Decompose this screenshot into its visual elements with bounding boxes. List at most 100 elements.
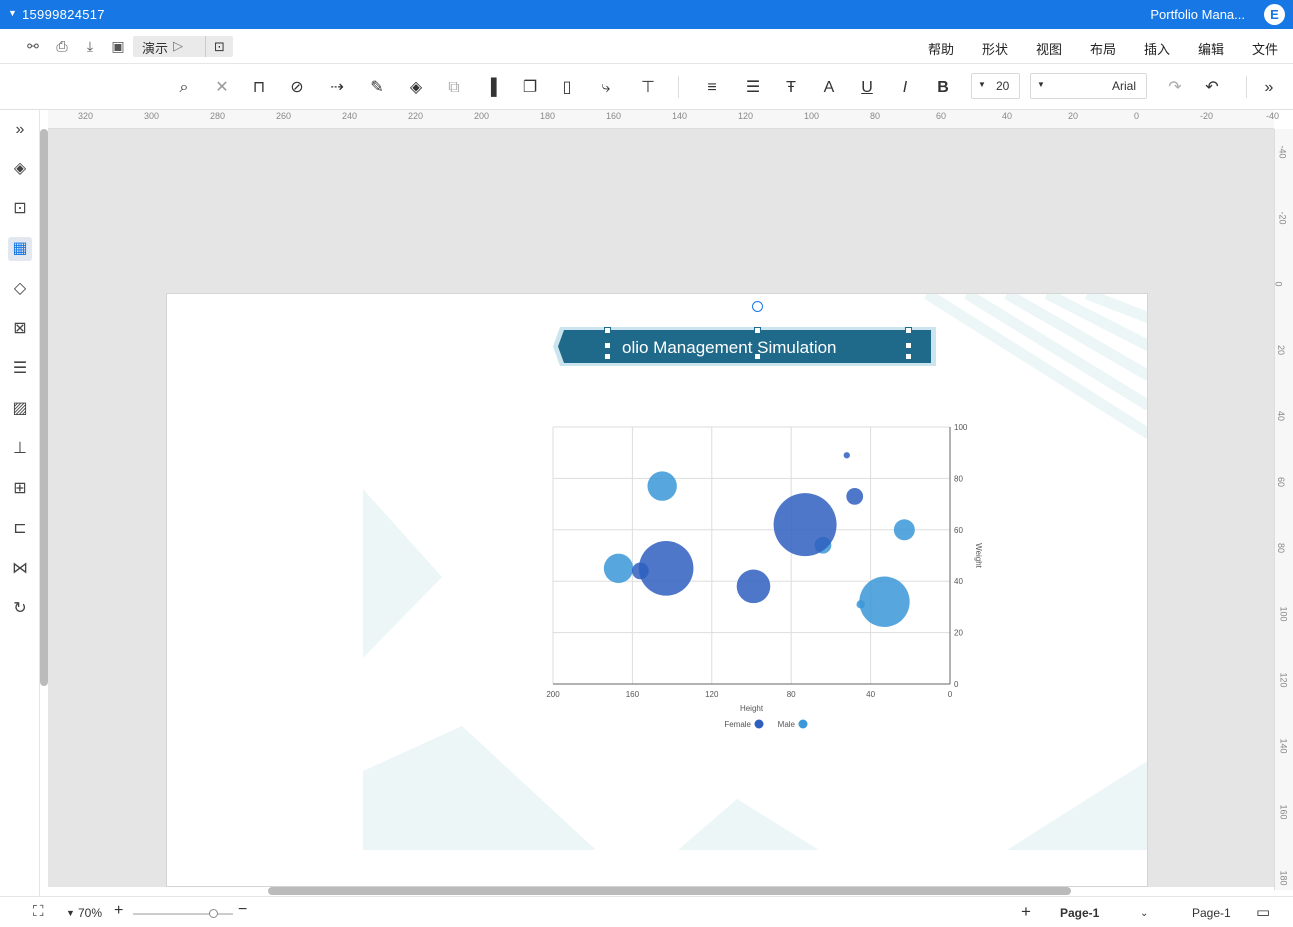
y-tick-label: 40 [954, 577, 963, 586]
menu-help[interactable]: 帮助 [928, 39, 954, 58]
crop-icon[interactable]: ⊘ [286, 77, 308, 99]
zoom-in-icon[interactable]: + [114, 902, 123, 920]
bubble-female [773, 493, 837, 557]
download-icon[interactable]: ⤓ [81, 37, 99, 55]
ruler-label: 200 [474, 111, 490, 121]
x-tick-label: 120 [705, 690, 719, 699]
menu-insert[interactable]: 插入 [1144, 39, 1170, 58]
resize-handle[interactable] [905, 353, 912, 360]
ruler-label: 100 [1278, 606, 1289, 622]
line-spacing-icon[interactable]: ≡ [696, 77, 728, 99]
zoom-out-icon[interactable]: − [238, 901, 247, 919]
bubble-female [736, 569, 771, 604]
chevron-down-icon: ▼ [1037, 80, 1045, 89]
redo-icon[interactable]: ↷ [1164, 77, 1186, 99]
presenter-icon[interactable]: ⊡ [205, 36, 233, 57]
layers-icon[interactable]: ◇ [8, 277, 32, 301]
zoom-slider-thumb[interactable] [209, 909, 218, 918]
org-chart-icon[interactable]: ⊥ [8, 437, 32, 461]
save-icon[interactable]: ▣ [109, 37, 127, 55]
resize-handle[interactable] [604, 353, 611, 360]
account-caret-icon[interactable]: ▼ [8, 8, 17, 18]
page-tab[interactable]: Page-1 [1060, 906, 1099, 920]
connector-style-icon[interactable]: ⊏ [8, 517, 32, 541]
format-toolbar: ⌕ ✕ ⊓ ⊘ ⇢ ✎ ◈ ⧉ ▐ ❐ ▯ ⤷ ⊤ ≡ ☰ Ŧ A U I B … [0, 64, 1293, 110]
shape-settings-icon[interactable]: ⊡ [8, 197, 32, 221]
resize-handle[interactable] [754, 353, 761, 360]
font-color-icon[interactable]: A [818, 77, 840, 99]
group-icon[interactable]: ⧉ [443, 77, 465, 99]
page-panel-icon[interactable]: ▭ [1256, 903, 1270, 921]
page-select[interactable]: Page-1 [1192, 906, 1231, 920]
lock-icon[interactable]: ⊓ [248, 77, 270, 99]
text-align-icon[interactable]: ☰ [742, 77, 764, 99]
arrange-icon[interactable]: ❐ [519, 77, 541, 99]
history-icon[interactable]: ↻ [8, 597, 32, 621]
add-page-icon[interactable]: + [1021, 902, 1031, 922]
document-title[interactable]: Portfolio Mana... [1150, 7, 1245, 22]
x-tick-label: 40 [866, 690, 875, 699]
style-icon[interactable]: ◈ [8, 157, 32, 181]
line-color-icon[interactable]: ✎ [366, 77, 388, 99]
ruler-label: 80 [1276, 542, 1287, 554]
expand-panel-icon[interactable]: » [1258, 77, 1280, 99]
fill-color-icon[interactable]: ◈ [405, 77, 427, 99]
print-icon[interactable]: ⎙ [53, 37, 71, 55]
align-icon[interactable]: ▐ [480, 77, 502, 99]
collapse-panel-icon[interactable]: » [8, 118, 32, 142]
underline-icon[interactable]: U [856, 77, 878, 99]
zoom-slider[interactable] [133, 909, 233, 918]
resize-handle[interactable] [905, 342, 912, 349]
ruler-label: 120 [738, 111, 754, 121]
account-phone[interactable]: 15999824517 [22, 7, 105, 22]
deco-triangle [363, 726, 596, 850]
line-style-icon[interactable]: ⇢ [323, 77, 351, 99]
menu-view[interactable]: 视图 [1036, 39, 1062, 58]
menu-edit[interactable]: 编辑 [1198, 39, 1224, 58]
legend-swatch [798, 719, 808, 729]
search-icon[interactable]: ⌕ [173, 77, 195, 99]
bubble-chart[interactable]: 200 160 120 80 40 0100806040200HeightWeightMa… [543, 415, 983, 735]
text-box-icon[interactable]: ⊤ [637, 77, 659, 99]
zoom-level[interactable]: 70% [78, 906, 102, 920]
present-label: 演示 [142, 41, 169, 56]
size-icon[interactable]: ▯ [556, 77, 578, 99]
vertical-scrollbar[interactable] [40, 129, 48, 686]
fullscreen-icon[interactable]: ⛶ [33, 903, 44, 920]
font-size-select[interactable]: ▼ 20 [971, 73, 1020, 99]
ruler-label: 180 [540, 111, 556, 121]
menu-file[interactable]: 文件 [1252, 39, 1278, 58]
title-shape-body: olio Management Simulation [558, 330, 931, 363]
resize-handle[interactable] [754, 327, 761, 334]
connector-icon[interactable]: ⤷ [591, 77, 621, 99]
widgets-icon[interactable]: ⊞ [8, 477, 32, 501]
rotate-handle[interactable] [752, 301, 763, 312]
font-family-select[interactable]: ▼ Arial [1030, 73, 1147, 99]
bubble-male [859, 576, 910, 627]
resize-handle[interactable] [604, 342, 611, 349]
image-icon[interactable]: ▨ [8, 397, 32, 421]
menu-shape[interactable]: 形状 [982, 39, 1008, 58]
toolbar-divider [1246, 76, 1247, 98]
title-bar: ▼ 15999824517 Portfolio Mana... E [0, 0, 1293, 29]
horizontal-scrollbar[interactable] [268, 887, 1071, 895]
share-icon[interactable]: ⚯ [24, 37, 42, 55]
ruler-label: 220 [408, 111, 424, 121]
present-button[interactable]: 演示 ▷ ⊡ [133, 36, 233, 57]
resize-handle[interactable] [905, 327, 912, 334]
italic-icon[interactable]: I [894, 77, 916, 99]
chevron-down-icon[interactable]: ▼ [66, 908, 75, 918]
chevron-down-icon[interactable]: ⌄ [1140, 908, 1148, 919]
tools-icon[interactable]: ✕ [211, 77, 233, 99]
resize-handle[interactable] [604, 327, 611, 334]
symbols-icon[interactable]: ▦ [8, 237, 32, 261]
undo-icon[interactable]: ↶ [1201, 77, 1223, 99]
bubble-male [603, 553, 634, 584]
presentation-icon[interactable]: ⊠ [8, 317, 32, 341]
menu-layout[interactable]: 布局 [1090, 39, 1116, 58]
data-icon[interactable]: ☰ [8, 357, 32, 381]
mind-map-icon[interactable]: ⋈ [8, 557, 32, 581]
bold-icon[interactable]: B [932, 77, 954, 99]
title-shape-text[interactable]: olio Management Simulation [622, 338, 837, 358]
text-direction-icon[interactable]: Ŧ [780, 77, 802, 99]
